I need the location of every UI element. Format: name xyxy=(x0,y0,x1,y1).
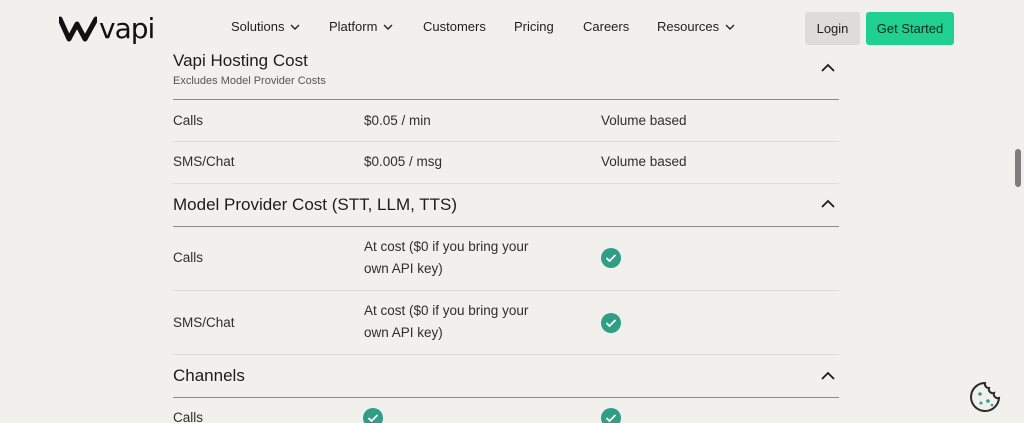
nav-customers-label: Customers xyxy=(423,19,486,34)
nav-careers-label: Careers xyxy=(583,19,630,34)
table-row: Calls xyxy=(173,398,839,423)
vapi-logo[interactable]: vapi xyxy=(59,12,155,45)
row-label: SMS/Chat xyxy=(173,154,235,169)
row-label: Calls xyxy=(173,113,204,128)
row-price: $0.005 / msg xyxy=(364,154,443,169)
row-note: Volume based xyxy=(601,154,687,169)
row-price-line2: own API key) xyxy=(364,325,443,340)
check-icon xyxy=(601,248,621,268)
row-label: Calls xyxy=(173,410,204,423)
table-row: SMS/Chat $0.005 / msg Volume based xyxy=(173,142,839,184)
nav-customers[interactable]: Customers xyxy=(423,19,486,34)
nav-platform[interactable]: Platform xyxy=(329,19,393,34)
top-navigation: vapi Solutions Platform Customers Pricin… xyxy=(0,0,1012,54)
section-subtitle-hosting: Excludes Model Provider Costs xyxy=(173,75,326,87)
section-header-channels[interactable]: Channels xyxy=(173,355,839,398)
chevron-down-icon xyxy=(383,24,393,30)
vapi-logo-icon xyxy=(59,16,97,42)
row-price-line1: At cost ($0 if you bring your xyxy=(364,239,529,254)
row-price: $0.05 / min xyxy=(364,113,431,128)
nav-careers[interactable]: Careers xyxy=(583,19,629,34)
check-icon xyxy=(601,313,621,333)
chevron-down-icon xyxy=(290,24,300,30)
row-label: SMS/Chat xyxy=(173,315,235,330)
table-row: Calls $0.05 / min Volume based xyxy=(173,100,839,142)
section-title-provider: Model Provider Cost (STT, LLM, TTS) xyxy=(173,195,458,214)
cookie-settings-button[interactable] xyxy=(968,380,1002,414)
chevron-up-icon[interactable] xyxy=(821,199,835,209)
chevron-up-icon[interactable] xyxy=(821,63,835,73)
nav-resources[interactable]: Resources xyxy=(657,19,735,34)
row-price-line2: own API key) xyxy=(364,261,443,276)
table-row: Calls At cost ($0 if you bring your own … xyxy=(173,227,839,291)
scrollbar-thumb[interactable] xyxy=(1015,149,1021,187)
nav-pricing[interactable]: Pricing xyxy=(514,19,554,34)
nav-solutions-label: Solutions xyxy=(231,19,285,34)
page-scrollbar[interactable] xyxy=(1012,0,1024,423)
section-title-hosting: Vapi Hosting Cost xyxy=(173,51,308,70)
logo-text: vapi xyxy=(99,12,155,45)
nav-platform-label: Platform xyxy=(329,19,378,34)
nav-resources-label: Resources xyxy=(657,19,720,34)
chevron-up-icon[interactable] xyxy=(821,371,835,381)
table-row: SMS/Chat At cost ($0 if you bring your o… xyxy=(173,291,839,355)
row-price-line1: At cost ($0 if you bring your xyxy=(364,303,529,318)
nav-solutions[interactable]: Solutions xyxy=(231,19,300,34)
check-icon xyxy=(601,408,621,423)
check-icon xyxy=(363,408,383,423)
section-header-provider[interactable]: Model Provider Cost (STT, LLM, TTS) xyxy=(173,184,839,227)
row-label: Calls xyxy=(173,250,204,265)
chevron-down-icon xyxy=(725,24,735,30)
cookie-icon xyxy=(970,381,1001,412)
nav-pricing-label: Pricing xyxy=(514,19,554,34)
row-note: Volume based xyxy=(601,113,687,128)
section-title-channels: Channels xyxy=(173,366,245,385)
login-button[interactable]: Login xyxy=(805,12,860,45)
get-started-button[interactable]: Get Started xyxy=(866,12,954,45)
